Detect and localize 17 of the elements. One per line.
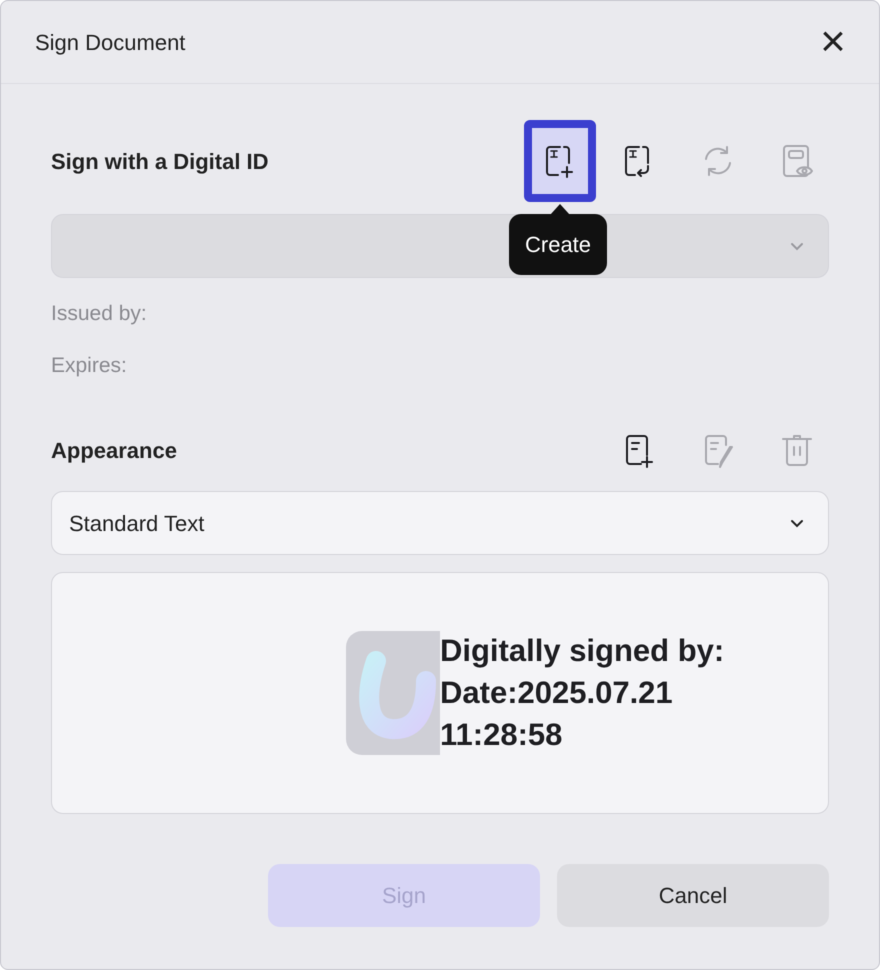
chevron-down-icon xyxy=(790,242,804,250)
tooltip: Create xyxy=(509,214,608,275)
expires-label: Expires: xyxy=(51,352,128,378)
section-heading: Sign with a Digital ID xyxy=(51,148,269,176)
toolbar-button[interactable] xyxy=(524,120,596,202)
close-button[interactable]: × xyxy=(811,20,855,64)
signature-text-line: Date:2025.07.21 xyxy=(440,674,674,712)
issued-by-label: Issued by: xyxy=(51,301,148,327)
appearance-dropdown[interactable]: Standard Text xyxy=(51,491,829,555)
signature-text-line: Digitally signed by: xyxy=(440,632,724,670)
window-title: Sign Document xyxy=(35,28,186,57)
logo-icon xyxy=(346,631,440,755)
cancel-button[interactable]: Cancel xyxy=(557,864,829,927)
section-heading: Appearance xyxy=(51,436,177,465)
signature-text-line: 11:28:58 xyxy=(440,716,564,754)
tooltip-pointer-icon xyxy=(550,204,570,215)
chevron-down-icon xyxy=(790,518,804,528)
